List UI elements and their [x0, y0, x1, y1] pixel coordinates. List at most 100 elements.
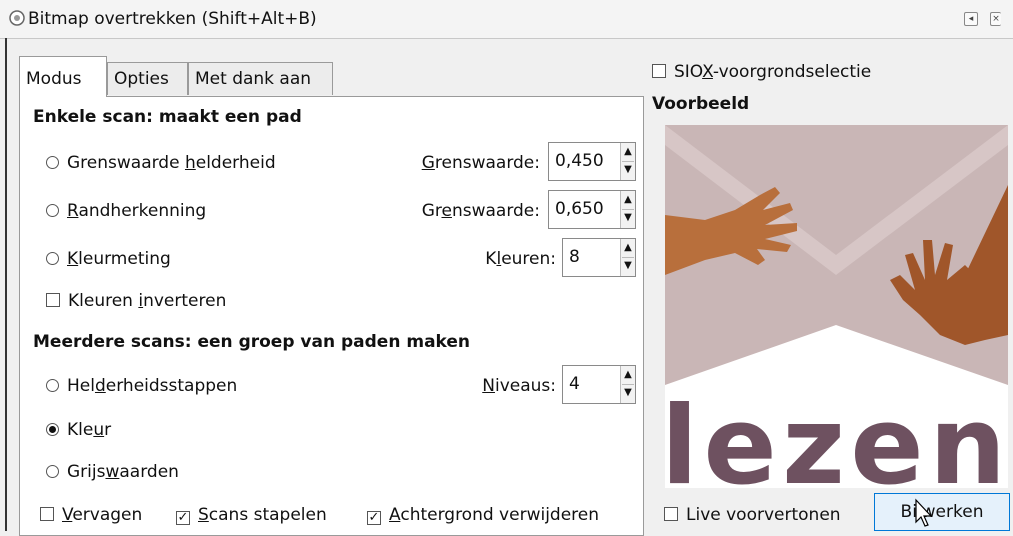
label-text: Gr — [421, 201, 442, 221]
threshold-label: Grenswaarde: — [380, 153, 540, 173]
update-button[interactable]: Bijwerken — [874, 493, 1010, 531]
app-icon — [9, 10, 25, 26]
option-text: Grijs — [67, 462, 106, 482]
option-text: Kle — [67, 420, 94, 440]
label-mnemonic: G — [421, 153, 435, 173]
option-text: chtergrond verwijderen — [400, 505, 600, 525]
tab-modus[interactable]: Modus — [19, 56, 107, 97]
preview-text: lezen — [665, 384, 1006, 488]
levels-label: Niveaus: — [420, 376, 556, 396]
option-text: SIO — [674, 62, 703, 82]
option-text: Grenswaarde — [67, 153, 185, 173]
radio-button[interactable] — [46, 156, 59, 169]
option-mnemonic: X — [702, 62, 713, 82]
radio-edge-detection[interactable]: Randherkenning — [46, 201, 206, 221]
tab-met-dank-aan[interactable]: Met dank aan — [188, 62, 333, 95]
spin-down-icon[interactable]: ▼ — [622, 209, 634, 227]
colors-label: Kleuren: — [420, 249, 556, 269]
spin-buttons: ▲ ▼ — [620, 143, 635, 180]
label-text: renswaarde: — [434, 153, 540, 173]
left-border — [5, 38, 7, 531]
dock-icon[interactable]: ◂ — [964, 12, 978, 26]
tab-opties[interactable]: Opties — [107, 62, 188, 95]
option-text: r — [104, 420, 112, 440]
label-text: nswaarde: — [451, 201, 540, 221]
option-text: Live voorvertonen — [686, 505, 841, 525]
tab-label: Modus — [26, 69, 82, 89]
multi-scan-header: Meerdere scans: een groep van paden make… — [33, 332, 471, 352]
label-mnemonic: e — [441, 201, 452, 221]
option-text: ervagen — [72, 505, 143, 525]
option-text: erheidsstappen — [105, 376, 238, 396]
checkbox[interactable] — [46, 293, 60, 307]
edge-threshold-spinbox[interactable]: 0,650 ▲ ▼ — [548, 190, 636, 229]
spin-up-icon[interactable]: ▲ — [622, 366, 634, 385]
preview-image: lezen — [665, 125, 1008, 488]
radio-grayscale[interactable]: Grijswaarden — [46, 462, 179, 482]
option-text: Kleuren — [68, 291, 139, 311]
colors-spinbox[interactable]: 8 ▲ ▼ — [562, 238, 636, 277]
spinbox-value[interactable]: 8 — [569, 247, 580, 267]
spinbox-value[interactable]: 0,650 — [555, 199, 604, 219]
spin-down-icon[interactable]: ▼ — [622, 257, 634, 275]
option-text: leurmeting — [78, 249, 171, 269]
checkbox-stack-scans[interactable]: ✓ Scans stapelen — [176, 505, 327, 525]
single-scan-header: Enkele scan: maakt een pad — [33, 107, 302, 127]
radio-button[interactable] — [46, 252, 59, 265]
option-text: elderheid — [195, 153, 276, 173]
spinbox-value[interactable]: 4 — [569, 374, 580, 394]
checkbox-checked[interactable]: ✓ — [176, 511, 190, 525]
label-text: euren: — [501, 249, 556, 269]
option-text: -voorgrondselectie — [712, 62, 872, 82]
option-mnemonic: w — [105, 462, 120, 482]
title-bar: Bitmap overtrekken (Shift+Alt+B) ◂ × — [0, 0, 1013, 39]
preview-svg: lezen — [665, 125, 1008, 488]
checkbox-smooth[interactable]: Vervagen — [40, 505, 142, 525]
tab-label: Met dank aan — [195, 69, 312, 89]
radio-color[interactable]: Kleur — [46, 420, 111, 440]
option-mnemonic: R — [67, 201, 79, 221]
spin-up-icon[interactable]: ▲ — [622, 191, 634, 210]
spin-buttons: ▲ ▼ — [620, 191, 635, 228]
option-mnemonic: h — [184, 153, 196, 173]
checkbox-live-preview[interactable]: Live voorvertonen — [664, 505, 841, 525]
radio-button[interactable] — [46, 465, 59, 478]
threshold-spinbox[interactable]: 0,450 ▲ ▼ — [548, 142, 636, 181]
levels-spinbox[interactable]: 4 ▲ ▼ — [562, 365, 636, 404]
option-mnemonic: V — [62, 505, 73, 525]
option-text: andherkenning — [78, 201, 207, 221]
spinbox-value[interactable]: 0,450 — [555, 151, 604, 171]
button-label: Bijwerken — [900, 502, 984, 522]
label-text: K — [485, 249, 497, 269]
option-mnemonic: u — [93, 420, 105, 440]
radio-button[interactable] — [46, 204, 59, 217]
option-mnemonic: K — [67, 249, 79, 269]
radio-brightness-threshold[interactable]: Grenswaarde helderheid — [46, 153, 276, 173]
radio-button[interactable] — [46, 379, 59, 392]
option-text: aarden — [119, 462, 179, 482]
checkbox[interactable] — [652, 64, 666, 78]
spin-up-icon[interactable]: ▲ — [622, 143, 634, 162]
window-title: Bitmap overtrekken (Shift+Alt+B) — [28, 9, 317, 29]
mouse-cursor-icon — [915, 498, 933, 527]
radio-color-quantization[interactable]: Kleurmeting — [46, 249, 171, 269]
checkbox[interactable] — [664, 507, 678, 521]
spin-buttons: ▲ ▼ — [620, 239, 635, 276]
checkbox[interactable] — [40, 507, 54, 521]
option-text: cans stapelen — [208, 505, 327, 525]
tab-label: Opties — [114, 69, 169, 89]
option-text: Hel — [67, 376, 95, 396]
spin-down-icon[interactable]: ▼ — [622, 161, 634, 179]
radio-brightness-steps[interactable]: Helderheidsstappen — [46, 376, 237, 396]
checkbox-invert-colors[interactable]: Kleuren inverteren — [46, 291, 226, 311]
spin-down-icon[interactable]: ▼ — [622, 384, 634, 402]
radio-button-selected[interactable] — [46, 423, 59, 436]
preview-label: Voorbeeld — [652, 94, 750, 114]
checkbox-checked[interactable]: ✓ — [367, 511, 381, 525]
close-panel-icon[interactable]: × — [990, 12, 1001, 26]
checkbox-remove-background[interactable]: ✓ Achtergrond verwijderen — [367, 505, 599, 525]
spin-buttons: ▲ ▼ — [620, 366, 635, 403]
spin-up-icon[interactable]: ▲ — [622, 239, 634, 258]
label-mnemonic: N — [482, 376, 495, 396]
checkbox-siox[interactable]: SIOX-voorgrondselectie — [652, 62, 871, 82]
